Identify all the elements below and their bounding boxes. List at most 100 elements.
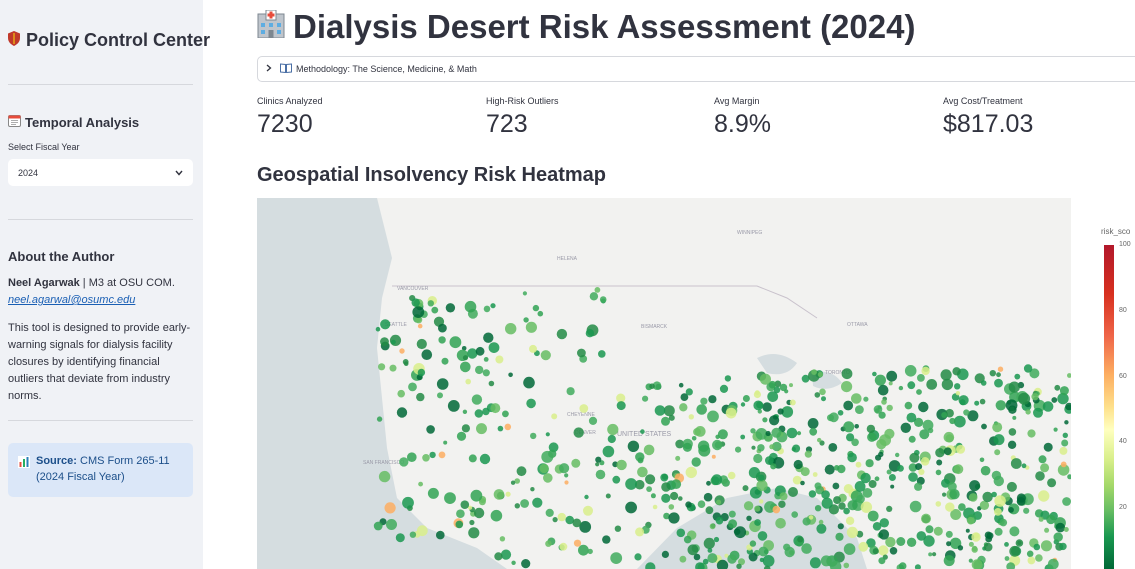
facility-marker[interactable] [1008,507,1014,513]
facility-marker[interactable] [717,429,728,440]
fiscal-year-select[interactable]: 2024 [8,159,193,186]
facility-marker[interactable] [395,533,405,543]
facility-marker[interactable] [475,346,485,356]
facility-marker[interactable] [571,458,581,468]
facility-marker[interactable] [941,412,948,418]
facility-marker[interactable] [697,500,706,509]
facility-marker[interactable] [529,344,537,353]
facility-marker[interactable] [703,492,713,502]
facility-marker[interactable] [661,416,670,426]
facility-marker[interactable] [696,404,707,415]
facility-marker[interactable] [889,547,898,555]
facility-marker[interactable] [449,336,462,349]
facility-marker[interactable] [616,401,626,411]
facility-marker[interactable] [713,536,720,543]
facility-marker[interactable] [559,542,568,551]
facility-marker[interactable] [878,529,890,540]
facility-marker[interactable] [675,455,681,461]
facility-marker[interactable] [637,457,644,464]
facility-marker[interactable] [614,525,622,532]
facility-marker[interactable] [843,562,850,569]
facility-marker[interactable] [585,329,595,338]
facility-marker[interactable] [1038,490,1050,502]
facility-marker[interactable] [588,416,598,425]
facility-marker[interactable] [429,451,436,459]
facility-marker[interactable] [966,516,975,525]
facility-marker[interactable] [816,523,827,534]
facility-marker[interactable] [888,381,893,386]
facility-marker[interactable] [997,366,1004,372]
facility-marker[interactable] [556,328,568,340]
facility-marker[interactable] [716,499,722,505]
facility-marker[interactable] [728,519,738,529]
facility-marker[interactable] [687,544,699,556]
facility-marker[interactable] [789,399,796,406]
facility-marker[interactable] [906,412,917,423]
facility-marker[interactable] [661,493,671,503]
facility-marker[interactable] [991,491,997,498]
facility-marker[interactable] [804,450,812,458]
facility-marker[interactable] [771,427,782,438]
facility-marker[interactable] [712,439,723,451]
facility-marker[interactable] [918,401,929,413]
facility-marker[interactable] [1015,539,1024,547]
facility-marker[interactable] [947,482,957,492]
facility-marker[interactable] [814,482,822,490]
facility-marker[interactable] [992,422,1003,433]
facility-marker[interactable] [1033,543,1041,551]
facility-marker[interactable] [734,526,747,539]
facility-marker[interactable] [703,537,715,549]
facility-marker[interactable] [407,452,417,462]
facility-marker[interactable] [510,480,516,485]
facility-marker[interactable] [943,431,955,443]
facility-marker[interactable] [494,552,503,561]
facility-marker[interactable] [974,400,980,406]
facility-marker[interactable] [460,500,470,510]
facility-marker[interactable] [851,393,862,404]
facility-marker[interactable] [386,519,397,530]
facility-marker[interactable] [416,525,428,537]
facility-marker[interactable] [578,544,589,556]
facility-marker[interactable] [1035,471,1045,481]
facility-marker[interactable] [504,423,512,431]
facility-marker[interactable] [979,398,986,405]
facility-marker[interactable] [759,499,764,504]
facility-marker[interactable] [874,476,880,482]
facility-marker[interactable] [770,463,777,470]
facility-marker[interactable] [523,376,535,389]
facility-marker[interactable] [1008,381,1020,393]
facility-marker[interactable] [584,494,589,500]
facility-marker[interactable] [467,348,478,359]
facility-marker[interactable] [552,517,558,523]
facility-marker[interactable] [530,487,535,492]
facility-marker[interactable] [989,370,996,377]
facility-marker[interactable] [465,378,471,385]
facility-marker[interactable] [566,387,575,396]
facility-marker[interactable] [520,499,529,508]
facility-marker[interactable] [886,505,893,512]
facility-marker[interactable] [1051,397,1058,403]
facility-marker[interactable] [995,400,1006,411]
facility-marker[interactable] [422,454,430,462]
facility-marker[interactable] [1044,527,1050,533]
facility-marker[interactable] [969,480,981,492]
facility-marker[interactable] [811,369,817,375]
facility-marker[interactable] [742,395,750,402]
facility-marker[interactable] [753,400,764,411]
facility-marker[interactable] [884,428,895,439]
facility-marker[interactable] [807,418,819,429]
facility-marker[interactable] [396,407,408,418]
facility-marker[interactable] [602,535,611,544]
facility-marker[interactable] [483,305,491,313]
facility-marker[interactable] [427,487,439,499]
facility-marker[interactable] [994,449,1001,456]
facility-marker[interactable] [505,491,511,497]
facility-marker[interactable] [707,553,718,564]
facility-marker[interactable] [843,484,854,494]
facility-marker[interactable] [742,485,749,492]
facility-marker[interactable] [843,543,856,555]
facility-marker[interactable] [1033,407,1043,418]
facility-marker[interactable] [814,505,822,512]
facility-marker[interactable] [809,427,818,436]
facility-marker[interactable] [488,380,495,387]
